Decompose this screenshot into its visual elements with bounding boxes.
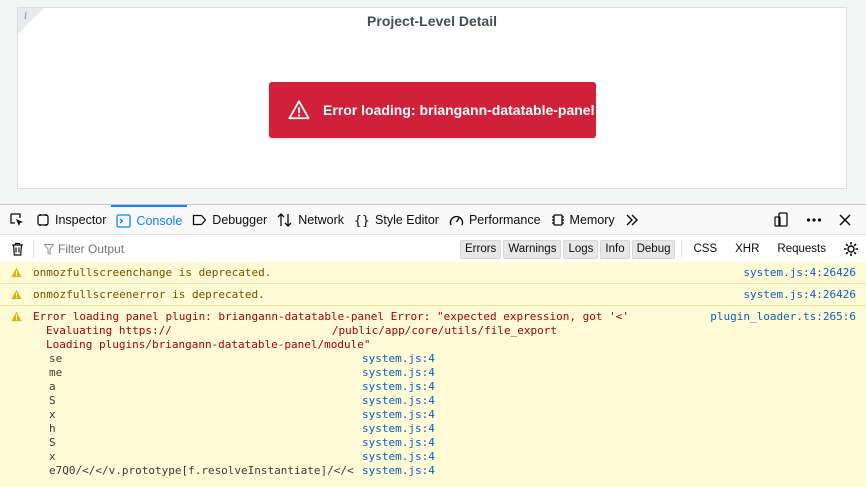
trash-icon[interactable] bbox=[11, 242, 24, 256]
element-picker-icon bbox=[10, 212, 23, 226]
message-location-link[interactable]: system.js:4:26426 bbox=[743, 288, 856, 301]
element-picker-button[interactable] bbox=[0, 205, 31, 234]
filter-logs-button[interactable]: Logs bbox=[563, 240, 599, 259]
redacted-host bbox=[171, 326, 332, 336]
error-location-link[interactable]: plugin_loader.ts:265:6 bbox=[710, 310, 856, 323]
performance-icon bbox=[449, 215, 464, 225]
console-error-message: Error loading panel plugin: briangann-da… bbox=[0, 306, 866, 487]
more-horizontal-icon bbox=[806, 217, 822, 222]
url-prefix: Evaluating https:// bbox=[46, 324, 172, 337]
log-level-filters: Errors Warnings Logs Info Debug CSS XHR … bbox=[460, 240, 833, 259]
warning-triangle-icon bbox=[288, 100, 310, 120]
tab-label: Memory bbox=[569, 212, 615, 227]
message-text: onmozfullscreenchange is deprecated. bbox=[33, 266, 272, 279]
panel-error-alert: Error loading: briangann-datatable-panel bbox=[269, 82, 596, 138]
tab-style-editor[interactable]: {} Style Editor bbox=[349, 205, 444, 234]
tab-label: Inspector bbox=[55, 212, 107, 227]
close-devtools-button[interactable] bbox=[833, 205, 866, 234]
tab-performance[interactable]: Performance bbox=[444, 205, 546, 234]
warning-icon bbox=[11, 267, 22, 278]
tab-label: Network bbox=[298, 212, 345, 227]
filter-xhr-button[interactable]: XHR bbox=[730, 240, 764, 259]
filter-debug-button[interactable]: Debug bbox=[631, 240, 676, 259]
filter-css-button[interactable]: CSS bbox=[688, 240, 722, 259]
filter-requests-button[interactable]: Requests bbox=[772, 240, 831, 259]
stack-frame-location[interactable]: system.js:4 bbox=[362, 352, 435, 365]
inspector-icon bbox=[37, 213, 49, 226]
stack-frame-function: x bbox=[49, 450, 56, 463]
options-menu-button[interactable] bbox=[800, 205, 833, 234]
url-suffix: /public/app/core/utils/file_export bbox=[331, 324, 558, 337]
message-text: onmozfullscreenerror is deprecated. bbox=[33, 288, 265, 301]
error-text-line-2: Evaluating https:// /public/app/core/util… bbox=[46, 324, 557, 337]
responsive-design-button[interactable] bbox=[768, 205, 800, 234]
stack-frame-function: S bbox=[49, 394, 56, 407]
tab-label: Style Editor bbox=[375, 212, 439, 227]
stack-frame-location[interactable]: system.js:4 bbox=[362, 464, 435, 477]
network-icon bbox=[277, 212, 292, 227]
devtools: Inspector Console Debugger Network {} St… bbox=[0, 204, 866, 487]
tab-network[interactable]: Network bbox=[272, 205, 349, 234]
responsive-design-icon bbox=[774, 212, 788, 227]
close-icon bbox=[839, 213, 851, 226]
svg-text:{}: {} bbox=[354, 214, 370, 227]
filter-output-input[interactable] bbox=[42, 240, 458, 258]
stack-frame-function: a bbox=[49, 380, 56, 393]
stack-frame-location[interactable]: system.js:4 bbox=[362, 450, 435, 463]
more-tools-button[interactable] bbox=[620, 205, 649, 234]
message-location-link[interactable]: system.js:4:26426 bbox=[743, 266, 856, 279]
debugger-icon bbox=[193, 214, 207, 225]
style-editor-icon: {} bbox=[354, 214, 370, 227]
stack-frame-function: me bbox=[49, 366, 63, 379]
gear-icon[interactable] bbox=[843, 241, 859, 257]
stack-frame-function: se bbox=[49, 352, 63, 365]
warning-icon bbox=[11, 289, 22, 300]
tab-memory[interactable]: Memory bbox=[546, 205, 620, 234]
dashboard-area: i Project-Level Detail Error loading: br… bbox=[0, 0, 866, 204]
console-filter-bar: Errors Warnings Logs Info Debug CSS XHR … bbox=[0, 235, 866, 264]
panel-title[interactable]: Project-Level Detail bbox=[18, 13, 846, 29]
error-text-line-1: Error loading panel plugin: briangann-da… bbox=[33, 310, 630, 323]
console-icon bbox=[116, 213, 132, 228]
stack-frame-function: x bbox=[49, 408, 56, 421]
stack-frame-location[interactable]: system.js:4 bbox=[362, 422, 435, 435]
divider bbox=[681, 240, 683, 257]
stack-frame-location[interactable]: system.js:4 bbox=[362, 436, 435, 449]
panel: i Project-Level Detail Error loading: br… bbox=[17, 7, 847, 189]
toolbar-right-controls bbox=[768, 205, 866, 234]
stack-frame-function: S bbox=[49, 436, 56, 449]
stack-frame-location[interactable]: system.js:4 bbox=[362, 380, 435, 393]
memory-icon bbox=[551, 213, 564, 226]
stack-frame-location[interactable]: system.js:4 bbox=[362, 394, 435, 407]
devtools-toolbar: Inspector Console Debugger Network {} St… bbox=[0, 205, 866, 235]
warning-icon bbox=[11, 311, 22, 322]
tab-debugger[interactable]: Debugger bbox=[187, 205, 272, 234]
filter-errors-button[interactable]: Errors bbox=[460, 240, 502, 259]
panel-error-text: Error loading: briangann-datatable-panel bbox=[323, 102, 595, 118]
tab-label: Performance bbox=[468, 212, 541, 227]
tab-inspector[interactable]: Inspector bbox=[31, 205, 111, 234]
error-text-line-3: Loading plugins/briangann-datatable-pane… bbox=[46, 338, 371, 351]
stack-frame-function: e7Q0/</</v.prototype[f.resolveInstantiat… bbox=[49, 464, 354, 477]
stack-frame-location[interactable]: system.js:4 bbox=[362, 408, 435, 421]
filter-info-button[interactable]: Info bbox=[600, 240, 630, 259]
tab-label: Debugger bbox=[212, 212, 268, 227]
tab-label: Console bbox=[136, 213, 183, 228]
tab-console[interactable]: Console bbox=[111, 205, 188, 234]
console-warning-message: onmozfullscreenchange is deprecated. sys… bbox=[0, 262, 866, 284]
filter-warnings-button[interactable]: Warnings bbox=[503, 240, 562, 259]
console-warning-message: onmozfullscreenerror is deprecated. syst… bbox=[0, 284, 866, 306]
stack-frame-location[interactable]: system.js:4 bbox=[362, 366, 435, 379]
chevron-double-right-icon bbox=[626, 214, 638, 225]
stack-frame-function: h bbox=[49, 422, 56, 435]
divider bbox=[33, 240, 34, 258]
